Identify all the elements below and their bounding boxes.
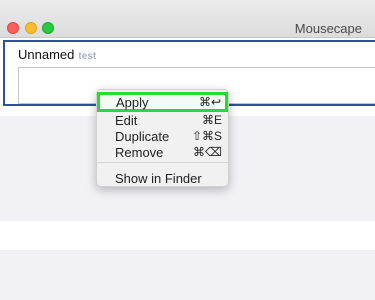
cape-author: test bbox=[78, 51, 97, 62]
menu-separator bbox=[97, 162, 228, 163]
menu-item-shortcut: ⌘⌫ bbox=[193, 145, 222, 159]
menu-item-remove[interactable]: Remove ⌘⌫ bbox=[97, 144, 230, 161]
context-menu: Apply ⌘↩ Edit ⌘E Duplicate ⇧⌘S Remove ⌘⌫… bbox=[96, 89, 229, 187]
window-title: Mousecape bbox=[294, 21, 362, 36]
menu-item-shortcut: ⌘↩ bbox=[198, 95, 221, 109]
menu-item-label: Show in Finder bbox=[115, 171, 202, 186]
menu-item-label: Remove bbox=[115, 145, 164, 160]
menu-item-label: Apply bbox=[116, 95, 149, 110]
menu-item-label: Duplicate bbox=[115, 129, 170, 144]
menu-item-apply[interactable]: Apply ⌘↩ bbox=[97, 92, 228, 112]
cape-name: Unnamed bbox=[18, 47, 75, 62]
menu-item-shortcut: ⇧⌘S bbox=[191, 129, 222, 143]
title-bar[interactable]: Mousecape bbox=[0, 0, 375, 38]
list-background-band bbox=[0, 250, 375, 300]
menu-item-show-in-finder[interactable]: Show in Finder bbox=[97, 170, 230, 187]
app-window: Mousecape Unnamed test Apply ⌘↩ Edit ⌘E D… bbox=[0, 0, 375, 300]
menu-item-edit[interactable]: Edit ⌘E bbox=[97, 112, 230, 129]
cape-name-row: Unnamed test bbox=[18, 47, 96, 62]
menu-item-shortcut: ⌘E bbox=[201, 113, 222, 127]
menu-item-duplicate[interactable]: Duplicate ⇧⌘S bbox=[97, 128, 230, 145]
menu-item-label: Edit bbox=[115, 113, 138, 128]
